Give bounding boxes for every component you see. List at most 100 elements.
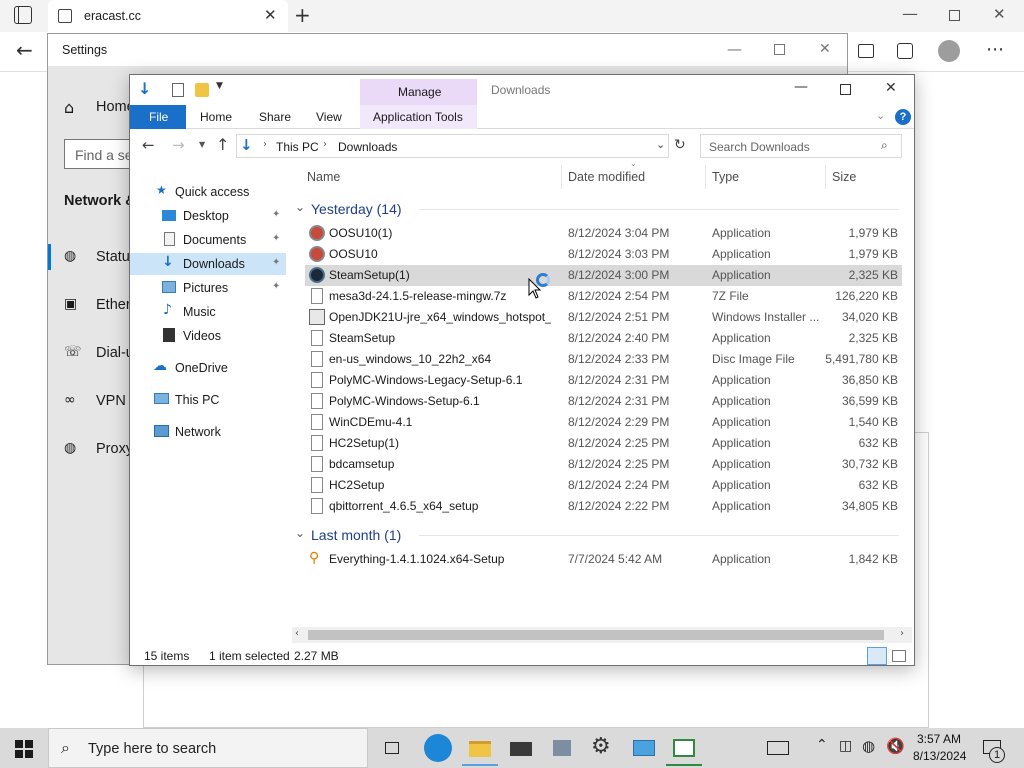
scroll-left-icon[interactable]: ‹ [295, 628, 299, 639]
new-folder-icon[interactable] [195, 83, 209, 97]
nav-item-desktop[interactable]: Desktop ✦ [150, 205, 286, 227]
file-row[interactable]: en-us_windows_10_22h2_x64 8/12/2024 2:33… [305, 349, 902, 370]
address-dropdown-icon[interactable]: ⌄ [656, 138, 665, 151]
file-row[interactable]: OOSU10 8/12/2024 3:03 PM Application 1,9… [305, 244, 902, 265]
settings-nav-item-status[interactable]: ◍ Status [64, 248, 137, 268]
pin-icon[interactable]: ✦ [272, 281, 280, 292]
column-header-size[interactable]: Size [832, 170, 856, 184]
explorer-close-icon[interactable]: ✕ [885, 80, 897, 96]
file-row[interactable]: PolyMC-Windows-Legacy-Setup-6.1 8/12/202… [305, 370, 902, 391]
pin-icon[interactable]: ✦ [272, 233, 280, 244]
close-window-icon[interactable]: ✕ [993, 5, 1006, 23]
settings-nav-item-vpn[interactable]: ∞ VPN [64, 392, 134, 412]
show-hidden-icons-icon[interactable]: ⌃ [816, 737, 828, 753]
help-icon[interactable]: ? [895, 109, 911, 125]
breadcrumb-this-pc[interactable]: This PC [276, 140, 319, 154]
search-input[interactable]: Search Downloads ⌕ [700, 134, 902, 158]
nav-item-music[interactable]: ♪ Music [150, 301, 286, 323]
address-bar[interactable]: ↓ › This PC › Downloads ⌄ [236, 134, 669, 158]
file-row[interactable]: WinCDEmu-4.1 8/12/2024 2:29 PM Applicati… [305, 412, 902, 433]
task-view-icon[interactable] [380, 734, 408, 762]
clock-date[interactable]: 8/13/2024 [913, 749, 966, 763]
file-row[interactable]: bdcamsetup 8/12/2024 2:25 PM Application… [305, 454, 902, 475]
settings-minimize-icon[interactable]: — [727, 40, 742, 58]
horizontal-scrollbar[interactable]: ‹ › [292, 627, 912, 643]
minimize-icon[interactable]: — [902, 4, 918, 23]
ribbon-tab-home[interactable]: Home [200, 110, 232, 124]
expand-ribbon-icon[interactable]: ⌄ [876, 109, 885, 122]
column-header-type[interactable]: Type [712, 170, 739, 184]
nav-item-downloads[interactable]: ↓ Downloads ✦ [130, 253, 286, 275]
file-row[interactable]: ⚲ Everything-1.4.1.1024.x64-Setup 7/7/20… [305, 549, 902, 570]
file-row[interactable]: OpenJDK21U-jre_x64_windows_hotspot_... 8… [305, 307, 902, 328]
nav-item-documents[interactable]: Documents ✦ [150, 229, 286, 251]
settings-maximize-icon[interactable] [774, 44, 785, 55]
nav-item-network[interactable]: Network [150, 421, 286, 443]
manage-context-tab[interactable]: Manage [360, 79, 477, 105]
tab-actions-icon[interactable] [14, 6, 32, 24]
ribbon-tab-view[interactable]: View [316, 110, 342, 124]
pin-icon[interactable]: ✦ [272, 257, 280, 268]
ribbon-tab-application-tools[interactable]: Application Tools [360, 105, 477, 129]
group-header-yesterday[interactable]: ⌄ Yesterday (14) [295, 199, 902, 219]
group-header-last-month[interactable]: ⌄ Last month (1) [295, 525, 902, 545]
explorer-maximize-icon[interactable] [840, 84, 851, 95]
explorer-minimize-icon[interactable]: — [794, 79, 808, 95]
collections-icon[interactable] [858, 44, 874, 58]
nav-item-onedrive[interactable]: ☁ OneDrive [150, 357, 286, 379]
edge-icon[interactable] [424, 734, 452, 762]
nav-item-quick-access[interactable]: ★ Quick access [150, 181, 286, 203]
back-icon[interactable]: ← [142, 136, 155, 154]
mail-icon[interactable] [507, 734, 535, 762]
column-header-name[interactable]: Name [307, 170, 340, 184]
nav-item-this-pc[interactable]: This PC [150, 389, 286, 411]
ribbon-tab-file[interactable]: File [130, 105, 186, 129]
settings-nav-item-dialup[interactable]: ☏ Dial-u [64, 344, 134, 364]
scrollbar-thumb[interactable] [308, 630, 884, 640]
properties-icon[interactable] [172, 83, 184, 97]
recent-locations-icon[interactable]: ▼ [199, 140, 205, 149]
settings-nav-item-ethernet[interactable]: ▣ Ether [64, 296, 134, 316]
browser-tab[interactable]: eracast.cc ✕ [48, 0, 288, 32]
forward-icon[interactable]: → [172, 136, 185, 154]
file-row[interactable]: HC2Setup(1) 8/12/2024 2:25 PM Applicatio… [305, 433, 902, 454]
settings-close-icon[interactable]: ✕ [819, 41, 831, 57]
refresh-icon[interactable]: ↻ [674, 137, 686, 153]
volume-muted-icon[interactable]: 🔇 [886, 737, 905, 755]
ribbon-tab-share[interactable]: Share [259, 110, 291, 124]
file-explorer-taskbar-icon[interactable] [462, 734, 498, 766]
file-row[interactable]: qbittorrent_4.6.5_x64_setup 8/12/2024 2:… [305, 496, 902, 517]
breadcrumb-downloads[interactable]: Downloads [338, 140, 397, 154]
windows-start-icon[interactable] [15, 740, 33, 758]
app-icon[interactable] [548, 734, 576, 762]
restore-icon[interactable] [949, 10, 960, 21]
up-icon[interactable]: ↑ [216, 135, 229, 154]
settings-nav-item-proxy[interactable]: ◍ Proxy [64, 440, 134, 460]
column-header-date[interactable]: Date modified [568, 170, 645, 184]
more-options-icon[interactable]: ⋯ [986, 39, 1004, 60]
extensions-icon[interactable] [897, 43, 913, 59]
details-view-icon[interactable] [867, 647, 887, 665]
quick-access-toolbar-dropdown-icon[interactable]: ▼ [216, 81, 223, 91]
nav-item-videos[interactable]: Videos [150, 325, 286, 347]
back-icon[interactable]: ← [16, 38, 33, 62]
settings-gear-icon[interactable]: ⚙ [591, 734, 619, 762]
scroll-right-icon[interactable]: › [900, 628, 904, 639]
file-row-selected[interactable]: SteamSetup(1) 8/12/2024 3:00 PM Applicat… [305, 265, 902, 286]
file-row[interactable]: HC2Setup 8/12/2024 2:24 PM Application 6… [305, 475, 902, 496]
nav-item-pictures[interactable]: Pictures ✦ [150, 277, 286, 299]
close-tab-icon[interactable]: ✕ [264, 6, 277, 24]
file-row[interactable]: SteamSetup 8/12/2024 2:40 PM Application… [305, 328, 902, 349]
clock-time[interactable]: 3:57 AM [917, 732, 961, 746]
pin-icon[interactable]: ✦ [272, 209, 280, 220]
large-icons-view-icon[interactable] [892, 650, 906, 662]
taskbar-search-input[interactable]: ⌕ Type here to search [48, 728, 368, 768]
file-row[interactable]: PolyMC-Windows-Setup-6.1 8/12/2024 2:31 … [305, 391, 902, 412]
settings-search-input[interactable]: Find a se [64, 139, 134, 169]
file-row[interactable]: mesa3d-24.1.5-release-mingw.7z 8/12/2024… [305, 286, 902, 307]
new-tab-icon[interactable]: + [294, 3, 311, 27]
keyboard-icon[interactable] [767, 741, 789, 755]
file-row[interactable]: OOSU10(1) 8/12/2024 3:04 PM Application … [305, 223, 902, 244]
tray-app-icon[interactable]: ◫ [839, 738, 852, 754]
profile-avatar-icon[interactable] [938, 40, 960, 62]
